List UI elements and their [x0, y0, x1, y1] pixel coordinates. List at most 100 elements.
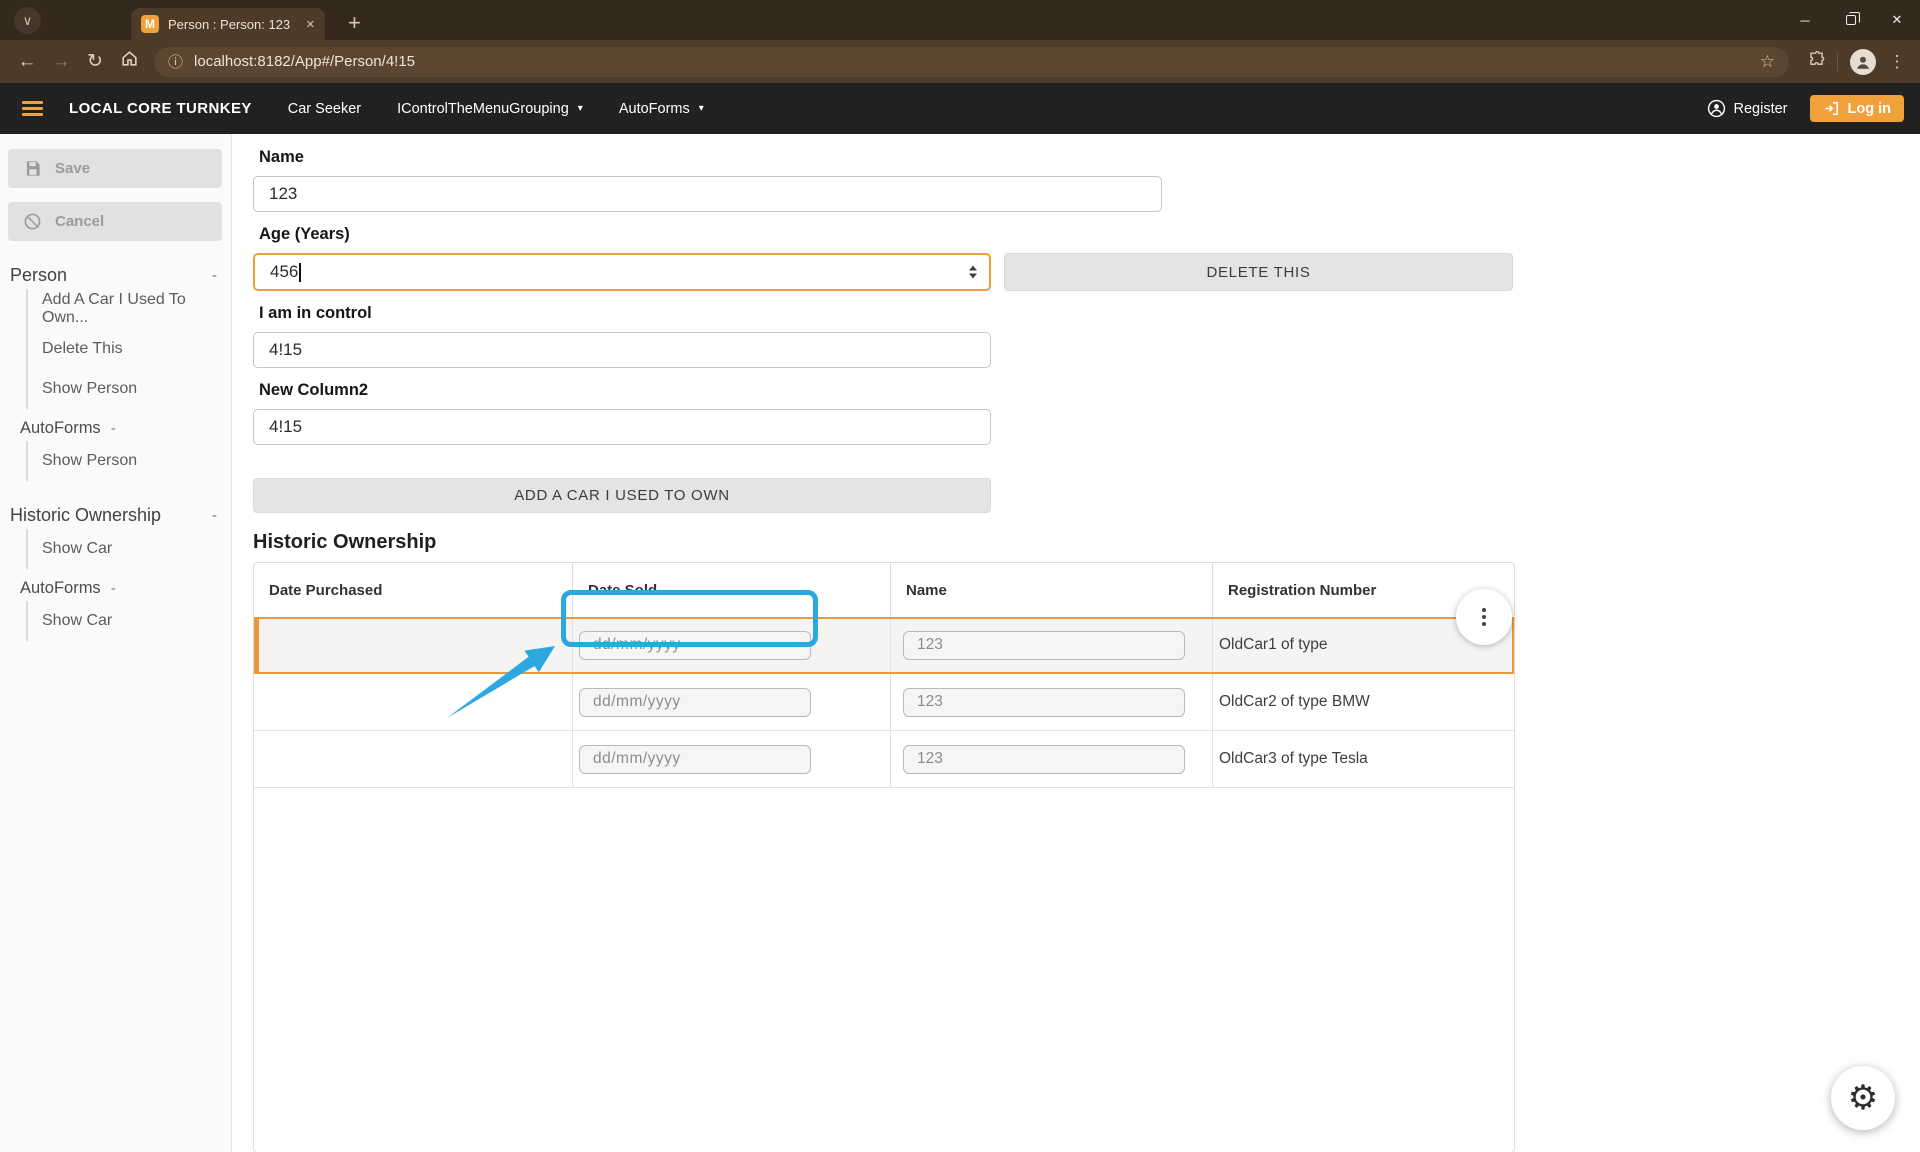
new-column2-label: New Column2 [259, 381, 1920, 401]
registration-text: OldCar1 of type [1219, 636, 1328, 654]
number-spinner[interactable] [969, 266, 977, 279]
url-text[interactable]: localhost:8182/App#/Person/4!15 [194, 53, 1760, 70]
table-row[interactable]: dd/mm/yyyy 123 OldCar2 of type BMW [254, 674, 1514, 731]
spinner-up-icon[interactable] [969, 266, 977, 271]
registration-text: OldCar2 of type BMW [1219, 693, 1370, 711]
sidebar-item-show-car-autoforms[interactable]: Show Car [26, 601, 231, 641]
nav-autoforms[interactable]: AutoForms ▾ [619, 101, 704, 117]
row-name-input[interactable]: 123 [903, 745, 1185, 774]
new-tab-button[interactable]: + [348, 8, 361, 38]
section-header-autoforms[interactable]: AutoForms - [0, 415, 231, 441]
date-sold-cell: dd/mm/yyyy [573, 674, 891, 730]
col-header-date-purchased: Date Purchased [254, 563, 573, 617]
new-column2-field[interactable]: 4!15 [253, 409, 991, 445]
section-header-autoforms-2[interactable]: AutoForms - [0, 575, 231, 601]
profile-avatar[interactable] [1850, 49, 1876, 75]
address-bar[interactable]: ⓘ localhost:8182/App#/Person/4!15 ☆ [154, 47, 1789, 77]
date-purchased-cell [254, 674, 573, 730]
sidebar-item-delete-this[interactable]: Delete This [26, 329, 231, 369]
back-icon[interactable]: ← [10, 51, 44, 73]
section-header-historic-ownership[interactable]: Historic Ownership - [0, 501, 231, 529]
sidebar-item-show-person[interactable]: Show Person [26, 369, 231, 409]
browser-tab[interactable]: M Person : Person: 123 ✕ [131, 8, 325, 40]
close-button[interactable]: ✕ [1874, 0, 1920, 40]
main-content: Name 123 Age (Years) 456 DELETE THIS I a… [233, 134, 1920, 1152]
login-button[interactable]: Log in [1810, 95, 1905, 122]
chevron-down-icon: ▾ [699, 103, 704, 114]
extensions-icon[interactable] [1799, 50, 1833, 74]
cancel-button[interactable]: Cancel [8, 202, 222, 241]
name-cell: 123 [891, 731, 1213, 787]
browser-menu-icon[interactable]: ⋮ [1884, 52, 1910, 72]
registration-text: OldCar3 of type Tesla [1219, 750, 1368, 768]
collapse-icon[interactable]: - [212, 267, 217, 284]
name-cell: 123 [891, 617, 1213, 673]
collapse-icon[interactable]: - [111, 420, 116, 437]
historic-ownership-title: Historic Ownership [253, 531, 1920, 555]
sidebar-item-show-person-autoforms[interactable]: Show Person [26, 441, 231, 481]
control-field[interactable]: 4!15 [253, 332, 991, 368]
minimize-button[interactable]: ─ [1782, 0, 1828, 40]
nav-car-seeker[interactable]: Car Seeker [288, 101, 361, 117]
save-button[interactable]: Save [8, 149, 222, 188]
section-header-person[interactable]: Person - [0, 261, 231, 289]
person-icon [1707, 99, 1726, 118]
restore-icon [1846, 15, 1856, 25]
sidebar: Save Cancel Person - Add A Car I Used To… [0, 134, 232, 1152]
age-field[interactable]: 456 [253, 253, 991, 291]
section-title: Historic Ownership [10, 505, 161, 526]
spinner-down-icon[interactable] [969, 274, 977, 279]
registration-cell: OldCar2 of type BMW [1213, 674, 1514, 730]
sidebar-section-person: Person - Add A Car I Used To Own... Dele… [0, 261, 231, 481]
delete-this-button[interactable]: DELETE THIS [1004, 253, 1513, 291]
reload-icon[interactable]: ↻ [78, 50, 112, 73]
forward-icon[interactable]: → [44, 51, 78, 73]
tab-close-icon[interactable]: ✕ [306, 18, 315, 31]
section-title: AutoForms [20, 419, 101, 438]
settings-fab[interactable]: ⚙ [1831, 1066, 1895, 1130]
home-icon[interactable] [112, 49, 146, 74]
app-brand: LOCAL CORE TURNKEY [69, 100, 252, 117]
table-row[interactable]: dd/mm/yyyy 123 OldCar1 of type [254, 617, 1514, 674]
name-field[interactable]: 123 [253, 176, 1162, 212]
sidebar-item-show-car[interactable]: Show Car [26, 529, 231, 569]
age-label: Age (Years) [259, 225, 1920, 245]
restore-button[interactable] [1828, 0, 1874, 40]
bookmark-star-icon[interactable]: ☆ [1760, 52, 1775, 72]
nav-label: AutoForms [619, 101, 690, 117]
cancel-label: Cancel [55, 213, 104, 230]
date-sold-input[interactable]: dd/mm/yyyy [579, 745, 811, 774]
section-title: AutoForms [20, 579, 101, 598]
add-car-button[interactable]: ADD A CAR I USED TO OWN [253, 478, 991, 513]
register-label: Register [1734, 101, 1788, 117]
date-sold-cell: dd/mm/yyyy [573, 731, 891, 787]
collapse-icon[interactable]: - [212, 507, 217, 524]
toolbar-divider [1837, 53, 1838, 71]
sidebar-section-historic-ownership: Historic Ownership - Show Car AutoForms … [0, 501, 231, 641]
register-button[interactable]: Register [1707, 99, 1788, 118]
col-header-name: Name [891, 563, 1213, 617]
nav-icontrolthemenugrouping[interactable]: IControlTheMenuGrouping ▾ [397, 101, 583, 117]
browser-toolbar: ← → ↻ ⓘ localhost:8182/App#/Person/4!15 … [0, 40, 1920, 83]
date-sold-input[interactable]: dd/mm/yyyy [579, 631, 811, 660]
login-icon [1823, 100, 1840, 117]
text-cursor [299, 263, 301, 282]
row-name-input[interactable]: 123 [903, 631, 1185, 660]
control-label: I am in control [259, 304, 1920, 324]
page-info-icon[interactable]: ⓘ [168, 51, 183, 72]
date-purchased-cell [254, 731, 573, 787]
date-sold-input[interactable]: dd/mm/yyyy [579, 688, 811, 717]
tab-search-icon[interactable]: ∨ [14, 7, 41, 34]
save-label: Save [55, 160, 90, 177]
kebab-icon [1482, 608, 1486, 626]
hamburger-menu-icon[interactable] [22, 101, 43, 116]
collapse-icon[interactable]: - [111, 580, 116, 597]
age-value: 456 [270, 262, 298, 282]
table-row[interactable]: dd/mm/yyyy 123 OldCar3 of type Tesla [254, 731, 1514, 788]
row-menu-button[interactable] [1456, 589, 1512, 645]
chevron-down-icon: ▾ [578, 103, 583, 114]
tab-favicon: M [141, 15, 159, 33]
sidebar-item-add-a-car[interactable]: Add A Car I Used To Own... [26, 289, 231, 329]
browser-tabstrip: ∨ M Person : Person: 123 ✕ + ─ ✕ [0, 0, 1920, 40]
row-name-input[interactable]: 123 [903, 688, 1185, 717]
